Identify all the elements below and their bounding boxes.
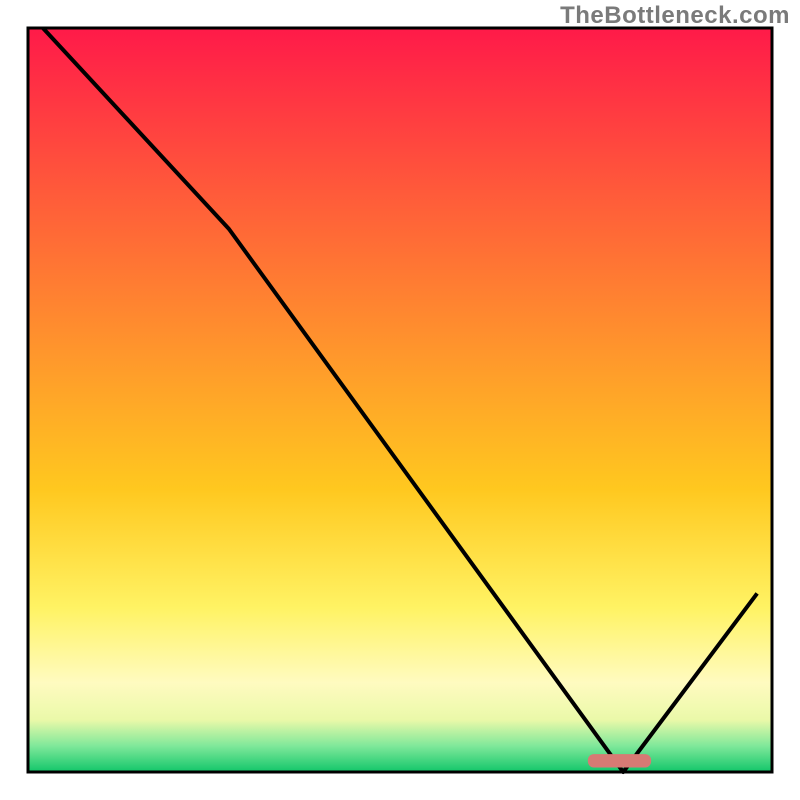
- plot-background: [28, 28, 772, 772]
- watermark-text: TheBottleneck.com: [560, 2, 790, 30]
- chart-svg: [0, 0, 800, 800]
- bottleneck-chart: TheBottleneck.com: [0, 0, 800, 800]
- minimum-marker: [588, 754, 651, 767]
